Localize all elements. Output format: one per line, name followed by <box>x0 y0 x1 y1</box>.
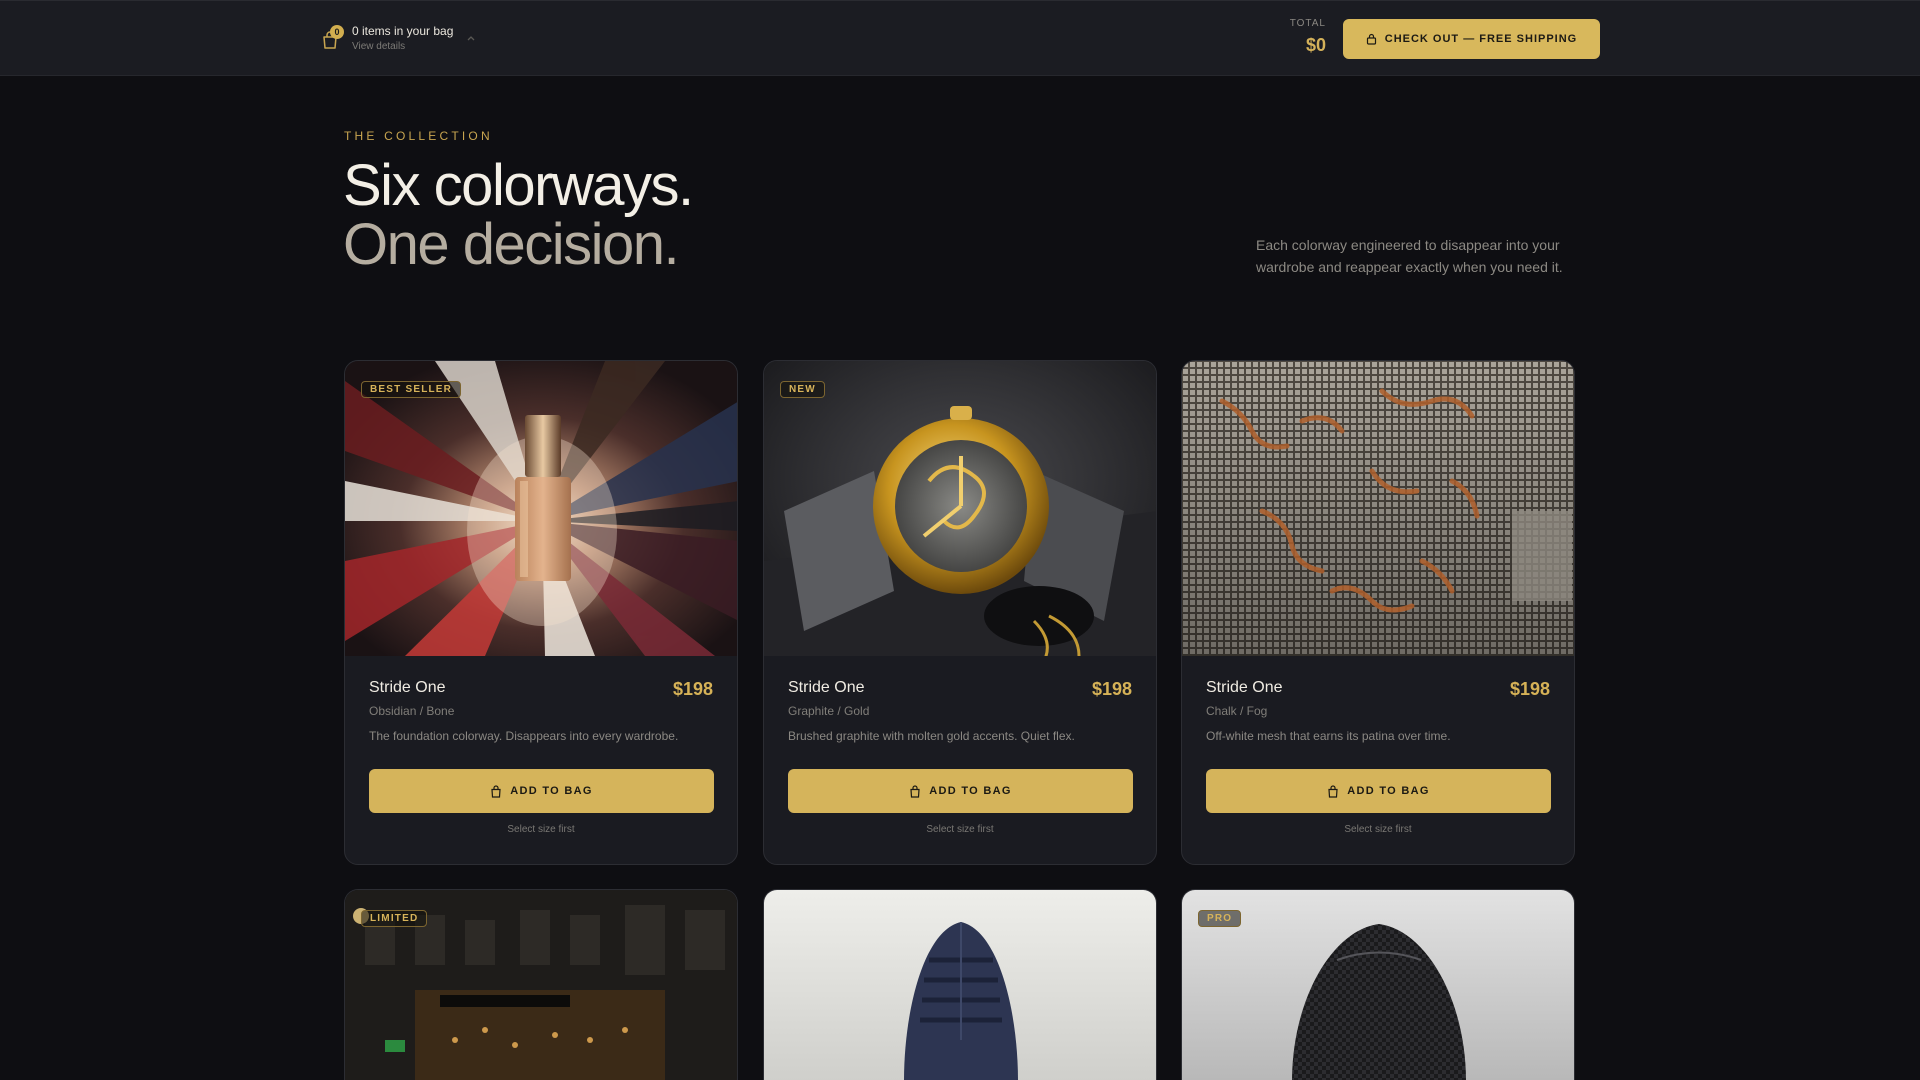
headline-line-2: One decision. <box>343 212 680 277</box>
product-image[interactable]: BEST SELLER <box>345 361 737 656</box>
product-name: Stride One <box>1206 679 1283 696</box>
size-hint: Select size first <box>926 824 994 835</box>
product-price: $198 <box>1509 679 1550 699</box>
shopping-bag-icon <box>491 784 501 798</box>
product-badge: NEW <box>780 381 825 398</box>
bag-count-badge: 0 <box>330 25 344 39</box>
product-image[interactable]: LIMITED <box>345 890 737 1080</box>
product-badge: PRO <box>1198 910 1242 927</box>
product-name: Stride One <box>788 679 865 696</box>
product-card <box>763 889 1157 1080</box>
chevron-up-icon <box>467 36 475 41</box>
add-to-bag-label: ADD TO BAG <box>929 785 1012 797</box>
shopping-bag-icon <box>1328 784 1338 798</box>
gold-watch-image <box>764 361 1156 656</box>
shopping-bag-icon <box>910 784 920 798</box>
product-colorway: Obsidian / Bone <box>369 704 455 718</box>
cart-bar: 0 0 items in your bag View details TOTAL… <box>0 0 1920 76</box>
add-to-bag-label: ADD TO BAG <box>1347 785 1430 797</box>
checkout-button-label: CHECK OUT — FREE SHIPPING <box>1384 33 1578 45</box>
add-to-bag-button[interactable]: ADD TO BAG <box>1206 769 1551 813</box>
product-card: PRO <box>1181 889 1575 1080</box>
product-image[interactable]: NEW <box>764 361 1156 656</box>
product-card: Stride One $198 Chalk / Fog Off-white me… <box>1181 360 1575 865</box>
page-title: Six colorways. One decision. <box>343 153 694 277</box>
headline-line-1: Six colorways. <box>343 153 694 218</box>
product-colorway: Graphite / Gold <box>788 704 870 718</box>
checkout-button[interactable]: CHECK OUT — FREE SHIPPING <box>1343 19 1600 59</box>
product-colorway: Chalk / Fog <box>1206 704 1268 718</box>
add-to-bag-button[interactable]: ADD TO BAG <box>369 769 714 813</box>
foundation-bottle-image <box>345 361 737 656</box>
product-name: Stride One <box>369 679 446 696</box>
product-image[interactable]: PRO <box>1182 890 1574 1080</box>
size-hint: Select size first <box>1344 824 1412 835</box>
section-eyebrow: THE COLLECTION <box>344 129 493 143</box>
navy-sneaker-image <box>764 890 1156 1080</box>
product-description: Off-white mesh that earns its patina ove… <box>1206 729 1451 743</box>
bag-summary-toggle[interactable]: 0 0 items in your bag View details <box>320 22 480 56</box>
product-image[interactable] <box>1182 361 1574 656</box>
bag-items-label: 0 items in your bag <box>352 24 454 38</box>
product-badge: BEST SELLER <box>361 381 462 398</box>
product-card: BEST SELLER Stride One $198 Obsidian / B… <box>344 360 738 865</box>
view-details-link[interactable]: View details <box>352 41 405 52</box>
total-value: $0 <box>1305 35 1326 55</box>
add-to-bag-label: ADD TO BAG <box>510 785 593 797</box>
total-label: TOTAL <box>1289 18 1326 29</box>
mesh-fabric-image <box>1182 361 1574 656</box>
lock-icon <box>1366 33 1376 45</box>
collection-intro: Each colorway engineered to disappear in… <box>1256 237 1563 275</box>
product-price: $198 <box>1091 679 1132 699</box>
product-badge: LIMITED <box>361 910 428 927</box>
product-description: Brushed graphite with molten gold accent… <box>788 729 1075 743</box>
product-price: $198 <box>672 679 713 699</box>
product-card: NEW Stride One $198 Graphite / Gold Brus… <box>763 360 1157 865</box>
product-card: LIMITED <box>344 889 738 1080</box>
product-image[interactable] <box>764 890 1156 1080</box>
add-to-bag-button[interactable]: ADD TO BAG <box>788 769 1133 813</box>
product-description: The foundation colorway. Disappears into… <box>369 729 679 743</box>
size-hint: Select size first <box>507 824 575 835</box>
